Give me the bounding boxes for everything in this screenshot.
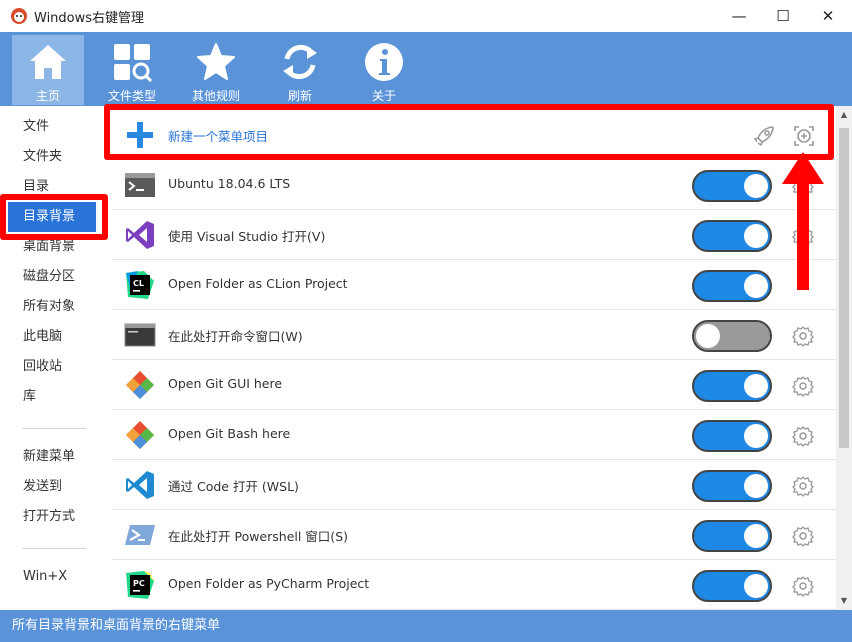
scroll-up-icon[interactable]: ▲ [839,110,849,120]
app-logo-icon [11,8,27,24]
list-item-label: 通过 Code 打开 (WSL) [168,479,299,494]
refresh-icon [283,44,317,80]
toggle-switch[interactable] [692,570,772,602]
close-button[interactable]: ✕ [805,0,851,32]
list-item-pycharm[interactable]: PC Open Folder as PyCharm Project [112,560,836,610]
menu-list: 新建一个菜单项目 Ubuntu 18.04.6 LTS 使用 Visual St… [104,106,836,610]
tab-file-types[interactable]: 文件类型 [96,35,168,105]
powershell-icon [125,525,155,545]
gear-icon[interactable] [792,525,814,547]
gear-icon[interactable] [792,475,814,497]
list-item-git-gui[interactable]: Open Git GUI here [112,360,836,410]
clion-icon: CL [126,271,154,299]
gear-icon[interactable] [792,325,814,347]
arrow-up-icon [782,152,824,290]
toggle-switch[interactable] [692,270,772,302]
toggle-switch[interactable] [692,520,772,552]
svg-text:CL: CL [133,279,144,288]
toolbar: 主页 文件类型 其他规则 刷新 关于 [0,32,852,106]
gear-icon[interactable] [792,425,814,447]
toggle-switch[interactable] [692,470,772,502]
sidebar-highlight-box [0,194,108,240]
terminal-icon [125,173,155,197]
window-title: Windows右键管理 [34,10,145,26]
sidebar: 文件 文件夹 目录 目录背景 桌面背景 磁盘分区 所有对象 此电脑 回收站 库 … [0,106,104,610]
sidebar-divider [22,548,86,549]
toggle-switch[interactable] [692,320,772,352]
list-item-label: Open Git GUI here [168,376,283,391]
new-item-highlight-box [104,104,834,160]
list-item-label: Open Folder as PyCharm Project [168,576,370,591]
title-bar: Windows右键管理 — ☐ ✕ [0,0,852,32]
toggle-switch[interactable] [692,420,772,452]
sidebar-item-new-menu[interactable]: 新建菜单 [0,442,104,472]
info-icon [365,43,403,81]
pycharm-icon: PC [126,571,154,599]
sidebar-item-send-to[interactable]: 发送到 [0,472,104,502]
list-item-visual-studio[interactable]: 使用 Visual Studio 打开(V) [112,210,836,260]
sidebar-item-winx[interactable]: Win+X [0,562,104,592]
tab-about-label: 关于 [371,89,396,103]
sidebar-item-this-pc[interactable]: 此电脑 [0,322,104,352]
tab-other-rules[interactable]: 其他规则 [180,35,252,105]
list-item-command-window[interactable]: 在此处打开命令窗口(W) [112,310,836,360]
list-item-powershell[interactable]: 在此处打开 Powershell 窗口(S) [112,510,836,560]
sidebar-divider [22,428,86,429]
tab-about[interactable]: 关于 [348,35,420,105]
file-types-icon [114,44,153,83]
list-item-ubuntu[interactable]: Ubuntu 18.04.6 LTS [112,160,836,210]
toggle-switch[interactable] [692,220,772,252]
sidebar-item-file[interactable]: 文件 [0,112,104,142]
sidebar-item-folder[interactable]: 文件夹 [0,142,104,172]
list-item-git-bash[interactable]: Open Git Bash here [112,410,836,460]
visual-studio-icon [126,221,154,249]
list-item-label: Open Git Bash here [168,426,291,441]
list-item-label: 在此处打开 Powershell 窗口(S) [168,529,348,544]
sidebar-item-drive[interactable]: 磁盘分区 [0,262,104,292]
list-item-vscode-wsl[interactable]: 通过 Code 打开 (WSL) [112,460,836,510]
cmd-icon [124,323,156,347]
scrollbar[interactable]: ▲ ▼ [836,106,852,610]
gear-icon[interactable] [792,375,814,397]
status-bar: 所有目录背景和桌面背景的右键菜单 [0,610,852,642]
tab-home-label: 主页 [35,89,60,103]
list-item-label: Ubuntu 18.04.6 LTS [168,176,291,191]
maximize-button[interactable]: ☐ [760,0,806,32]
toggle-switch[interactable] [692,370,772,402]
tab-refresh[interactable]: 刷新 [264,35,336,105]
list-item-label: Open Folder as CLion Project [168,276,348,291]
scroll-down-icon[interactable]: ▼ [839,596,849,606]
gear-icon[interactable] [792,575,814,597]
tab-home[interactable]: 主页 [12,35,84,105]
svg-text:PC: PC [133,579,145,588]
sidebar-item-open-with[interactable]: 打开方式 [0,502,104,532]
tab-refresh-label: 刷新 [287,89,312,103]
sidebar-item-library[interactable]: 库 [0,382,104,412]
list-item-label: 使用 Visual Studio 打开(V) [168,229,326,244]
minimize-button[interactable]: — [716,0,762,32]
sidebar-item-recycle-bin[interactable]: 回收站 [0,352,104,382]
toggle-switch[interactable] [692,170,772,202]
tab-file-types-label: 文件类型 [107,89,156,103]
list-item-label: 在此处打开命令窗口(W) [168,329,303,344]
star-icon [197,43,235,80]
vscode-icon [126,471,154,499]
list-item-clion[interactable]: CL Open Folder as CLion Project [112,260,836,310]
sidebar-item-all-objects[interactable]: 所有对象 [0,292,104,322]
git-icon [126,371,154,399]
scroll-thumb[interactable] [839,128,849,448]
home-icon [30,45,66,79]
tab-other-rules-label: 其他规则 [191,89,240,103]
git-icon [126,421,154,449]
